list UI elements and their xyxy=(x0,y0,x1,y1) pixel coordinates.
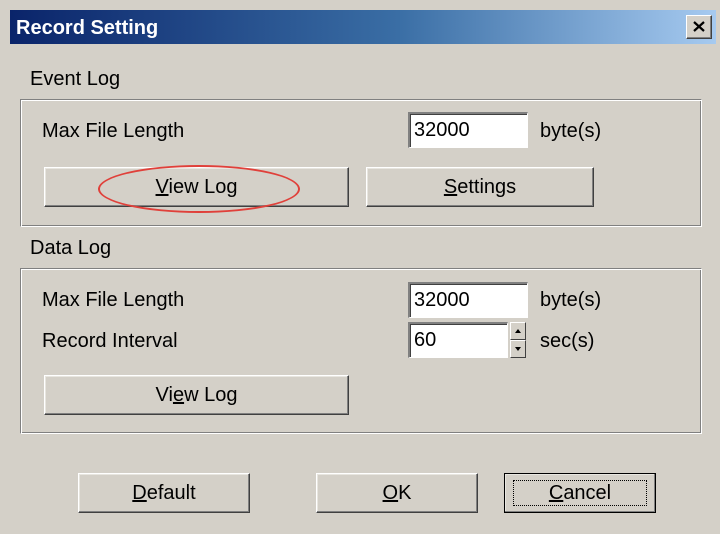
arrow-up-icon xyxy=(515,329,521,333)
data-max-file-length-label: Max File Length xyxy=(42,289,185,311)
close-icon xyxy=(693,21,705,32)
event-view-log-button[interactable]: View Log xyxy=(44,167,349,207)
event-view-log-label: View Log xyxy=(155,176,238,198)
default-button[interactable]: Default xyxy=(78,473,250,513)
event-max-file-length-input[interactable]: 32000 xyxy=(408,112,528,148)
data-view-log-button[interactable]: View Log xyxy=(44,375,349,415)
ok-button[interactable]: OK xyxy=(316,473,478,513)
record-interval-input[interactable]: 60 xyxy=(408,322,508,358)
focus-indicator xyxy=(513,480,647,506)
close-button[interactable] xyxy=(686,15,712,39)
window-title: Record Setting xyxy=(16,17,159,39)
data-max-file-length-unit: byte(s) xyxy=(540,289,602,311)
event-settings-label: Settings xyxy=(443,176,517,198)
data-log-title: Data Log xyxy=(30,237,112,259)
spin-down-button[interactable] xyxy=(510,340,526,358)
event-settings-button[interactable]: Settings xyxy=(366,167,594,207)
event-log-group xyxy=(20,99,702,227)
record-interval-unit: sec(s) xyxy=(540,330,595,352)
title-bar: Record Setting xyxy=(10,10,716,44)
event-log-title: Event Log xyxy=(30,68,121,90)
data-max-file-length-input[interactable]: 32000 xyxy=(408,282,528,318)
cancel-button[interactable]: Cancel xyxy=(504,473,656,513)
event-max-file-length-unit: byte(s) xyxy=(540,120,602,142)
spin-up-button[interactable] xyxy=(510,322,526,340)
data-view-log-label: View Log xyxy=(155,384,238,406)
arrow-down-icon xyxy=(515,347,521,351)
record-interval-label: Record Interval xyxy=(42,330,178,352)
event-max-file-length-label: Max File Length xyxy=(42,120,185,142)
ok-label: OK xyxy=(382,482,412,504)
default-label: Default xyxy=(132,482,196,504)
record-interval-spinner[interactable] xyxy=(510,322,526,358)
